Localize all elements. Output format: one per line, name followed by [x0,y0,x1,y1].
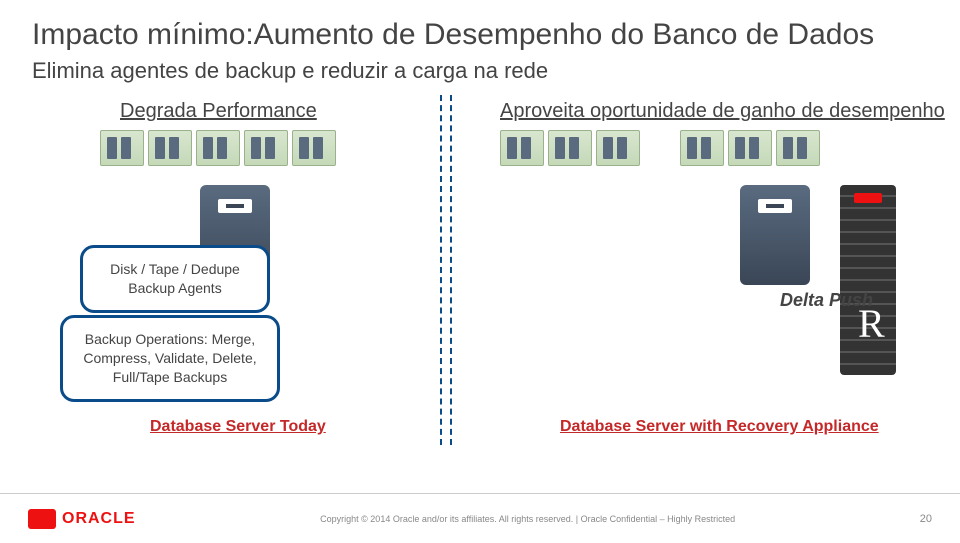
footer-page-number: 20 [920,513,932,525]
footer: ORACLE Copyright © 2014 Oracle and/or it… [0,493,960,543]
building-icon [500,130,544,166]
left-column-header: Degrada Performance [120,100,317,123]
buildings-cluster-right-2 [680,130,820,166]
bubble-backup-operations: Backup Operations: Merge, Compress, Vali… [60,315,280,402]
building-icon [548,130,592,166]
footer-copyright: Copyright © 2014 Oracle and/or its affil… [152,514,904,524]
bubble-backup-agents: Disk / Tape / Dedupe Backup Agents [80,245,270,313]
vertical-divider-shadow [450,95,452,445]
vertical-divider [440,95,442,445]
building-icon [776,130,820,166]
delta-push-label: Delta Push [780,290,873,312]
caption-left: Database Server Today [150,418,326,436]
building-icon [292,130,336,166]
right-column-header: Aproveita oportunidade de ganho de desem… [500,100,945,123]
building-icon [100,130,144,166]
oracle-logo: ORACLE [28,509,136,529]
oracle-logo-text: ORACLE [62,510,136,528]
building-icon [196,130,240,166]
building-icon [728,130,772,166]
oracle-logo-icon [28,509,56,529]
building-icon [680,130,724,166]
slide-subtitle: Elimina agentes de backup e reduzir a ca… [32,58,548,84]
buildings-cluster-left [100,130,336,166]
caption-right: Database Server with Recovery Appliance [560,418,879,436]
buildings-cluster-right-1 [500,130,640,166]
database-server-right-icon [740,185,810,285]
building-icon [148,130,192,166]
building-icon [596,130,640,166]
building-icon [244,130,288,166]
slide-title: Impacto mínimo:Aumento de Desempenho do … [32,18,874,52]
